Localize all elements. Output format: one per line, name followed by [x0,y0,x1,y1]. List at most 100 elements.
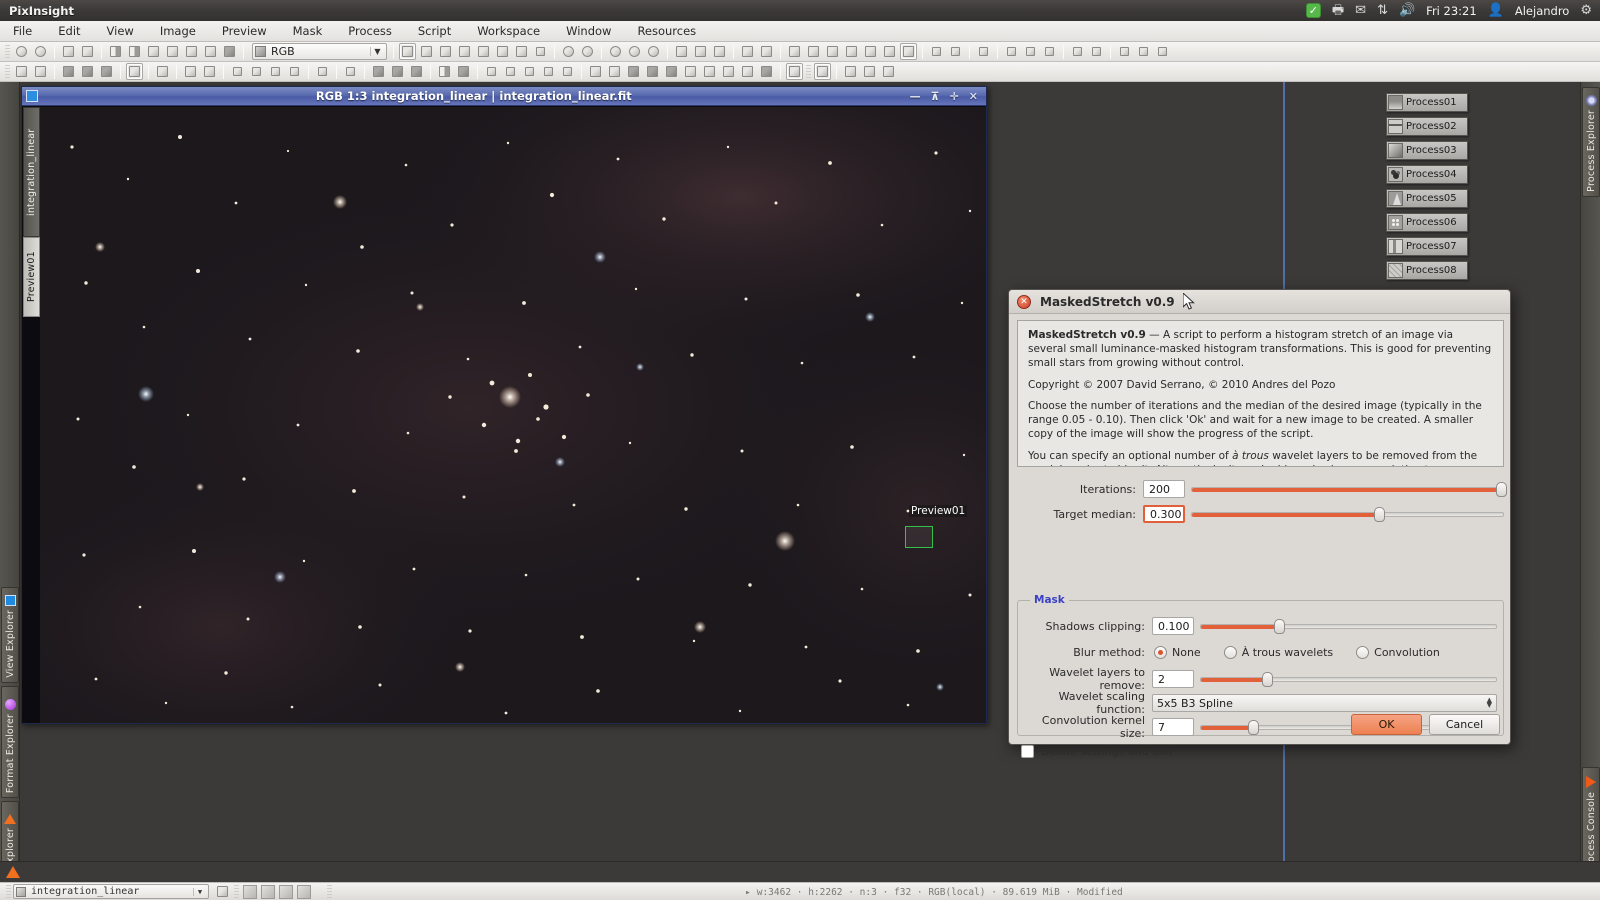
zoom-fit-icon[interactable]: ✛ [950,90,959,103]
window-arrange-icon[interactable] [900,43,917,60]
solid-icon[interactable] [455,63,472,80]
favourites-icon[interactable] [1135,43,1152,60]
sidebar-item-view-explorer[interactable]: View Explorer [1,587,19,683]
cancel-button[interactable]: Cancel [1429,714,1500,735]
mask-toggle-icon[interactable] [267,63,284,80]
slider-knob[interactable] [1247,720,1259,735]
zoom-actual-icon[interactable] [437,43,454,60]
toolbar-grip[interactable] [5,64,10,79]
volume-icon[interactable]: 🔊 [1399,4,1415,17]
process-apply-icon[interactable] [1003,43,1020,60]
statistics-icon[interactable] [107,43,124,60]
desktop-user[interactable]: Alejandro [1515,4,1569,18]
list-item[interactable]: Process01 [1386,93,1468,112]
status-square-4-icon[interactable] [297,884,311,899]
script-run-icon[interactable] [1069,43,1086,60]
preferences-icon[interactable] [1116,43,1133,60]
readout-probe-icon[interactable] [98,63,115,80]
zoom-1-icon[interactable] [607,43,624,60]
radio-convolution-icon[interactable] [1356,645,1370,659]
status-grip[interactable] [6,884,11,899]
view-properties-icon[interactable] [214,883,231,900]
slider-knob[interactable] [1374,507,1386,522]
preview-copy-icon[interactable] [692,43,709,60]
session-gear-icon[interactable]: ⚙ [1580,4,1592,17]
rescale-icon[interactable] [164,43,181,60]
undo-icon[interactable] [13,43,30,60]
delete-settings-checkbox[interactable] [1021,745,1034,758]
masked-stretch-dialog[interactable]: ✕ MaskedStretch v0.9 MaskedStretch v0.9 … [1008,289,1511,758]
wavelet-layers-input[interactable]: 2 [1152,670,1194,688]
help-icon[interactable] [1154,43,1171,60]
mirror-icon[interactable] [540,63,557,80]
window-cascade-icon[interactable] [843,43,860,60]
iterations-slider[interactable] [1191,480,1508,498]
zoom-in-icon[interactable] [560,43,577,60]
undo-history-icon[interactable] [975,43,992,60]
mask-show-icon[interactable] [739,43,756,60]
printer-icon[interactable]: 🖶 [1332,4,1344,17]
zoom-fit-window-icon[interactable] [456,43,473,60]
chevron-down-icon[interactable]: ▼ [193,887,206,896]
check-badge-icon[interactable]: ✓ [1305,3,1321,18]
list-item[interactable]: Process02 [1386,117,1468,136]
slider-knob[interactable] [1496,482,1508,497]
shadows-clipping-input[interactable]: 0.100 [1152,617,1194,635]
blur-method-option-none[interactable]: None [1154,645,1201,659]
transparency-b-icon[interactable] [389,63,406,80]
preview-resize-icon[interactable] [711,43,728,60]
image-window-titlebar[interactable]: RGB 1:3 integration_linear | integration… [22,87,986,106]
fullscreen-icon[interactable] [126,63,143,80]
menu-edit[interactable]: Edit [45,21,93,42]
mask-enable-icon[interactable] [805,43,822,60]
workspace-4-icon[interactable] [861,63,878,80]
view-selector-combo[interactable]: integration_linear ▼ [13,884,209,899]
delete-settings-row[interactable]: Delete settings and exit [1021,745,1173,758]
readout-icon[interactable] [60,63,77,80]
sidebar-item-process-explorer[interactable]: Process Explorer [1582,87,1600,197]
mask-grid-icon[interactable] [286,63,303,80]
image-identifier-icon[interactable] [60,43,77,60]
status-square-3-icon[interactable] [279,884,293,899]
menu-view[interactable]: View [94,21,147,42]
next-window-icon[interactable] [947,43,964,60]
radio-atrous-icon[interactable] [1223,645,1237,659]
menu-image[interactable]: Image [147,21,209,42]
radio-none-icon[interactable] [1154,645,1167,659]
flag-icon[interactable] [502,63,519,80]
status-grip[interactable] [327,884,332,899]
histogram-icon[interactable] [126,43,143,60]
mask-invert-icon[interactable] [758,43,775,60]
curves-icon[interactable] [221,43,238,60]
mask-invert2-icon[interactable] [314,63,331,80]
no-background-icon[interactable] [606,63,623,80]
toolbar-grip[interactable] [806,64,811,79]
bg-color-1-icon[interactable] [625,63,642,80]
process-edit-icon[interactable] [1041,43,1058,60]
split-channels-icon[interactable] [183,43,200,60]
crop-icon[interactable] [521,63,538,80]
target-median-input[interactable]: 0.300 [1143,505,1185,523]
slider-knob[interactable] [1262,672,1274,687]
save-copy-icon[interactable] [201,63,218,80]
workspace-1-icon[interactable] [786,63,803,80]
window-copy-icon[interactable] [881,43,898,60]
dialog-titlebar[interactable]: ✕ MaskedStretch v0.9 [1009,290,1510,314]
menu-workspace[interactable]: Workspace [464,21,553,42]
save-as-icon[interactable] [182,63,199,80]
toolbar-grip[interactable] [5,44,10,59]
menu-preview[interactable]: Preview [209,21,280,42]
image-canvas[interactable]: Preview01 [40,107,986,723]
mask-apply-icon[interactable] [229,63,246,80]
duplicate-image-icon[interactable] [79,43,96,60]
prev-window-icon[interactable] [928,43,945,60]
bg-color-7-icon[interactable] [739,63,756,80]
view-tab-integration-linear[interactable]: integration_linear [23,107,40,237]
select-preview-icon[interactable] [673,43,690,60]
iterations-input[interactable]: 200 [1143,480,1185,498]
workspace-2-icon[interactable] [814,63,831,80]
transparency-a-icon[interactable] [370,63,387,80]
workspace-3-icon[interactable] [842,63,859,80]
zoom-fit-icon[interactable] [418,43,435,60]
list-item[interactable]: Process04 [1386,165,1468,184]
